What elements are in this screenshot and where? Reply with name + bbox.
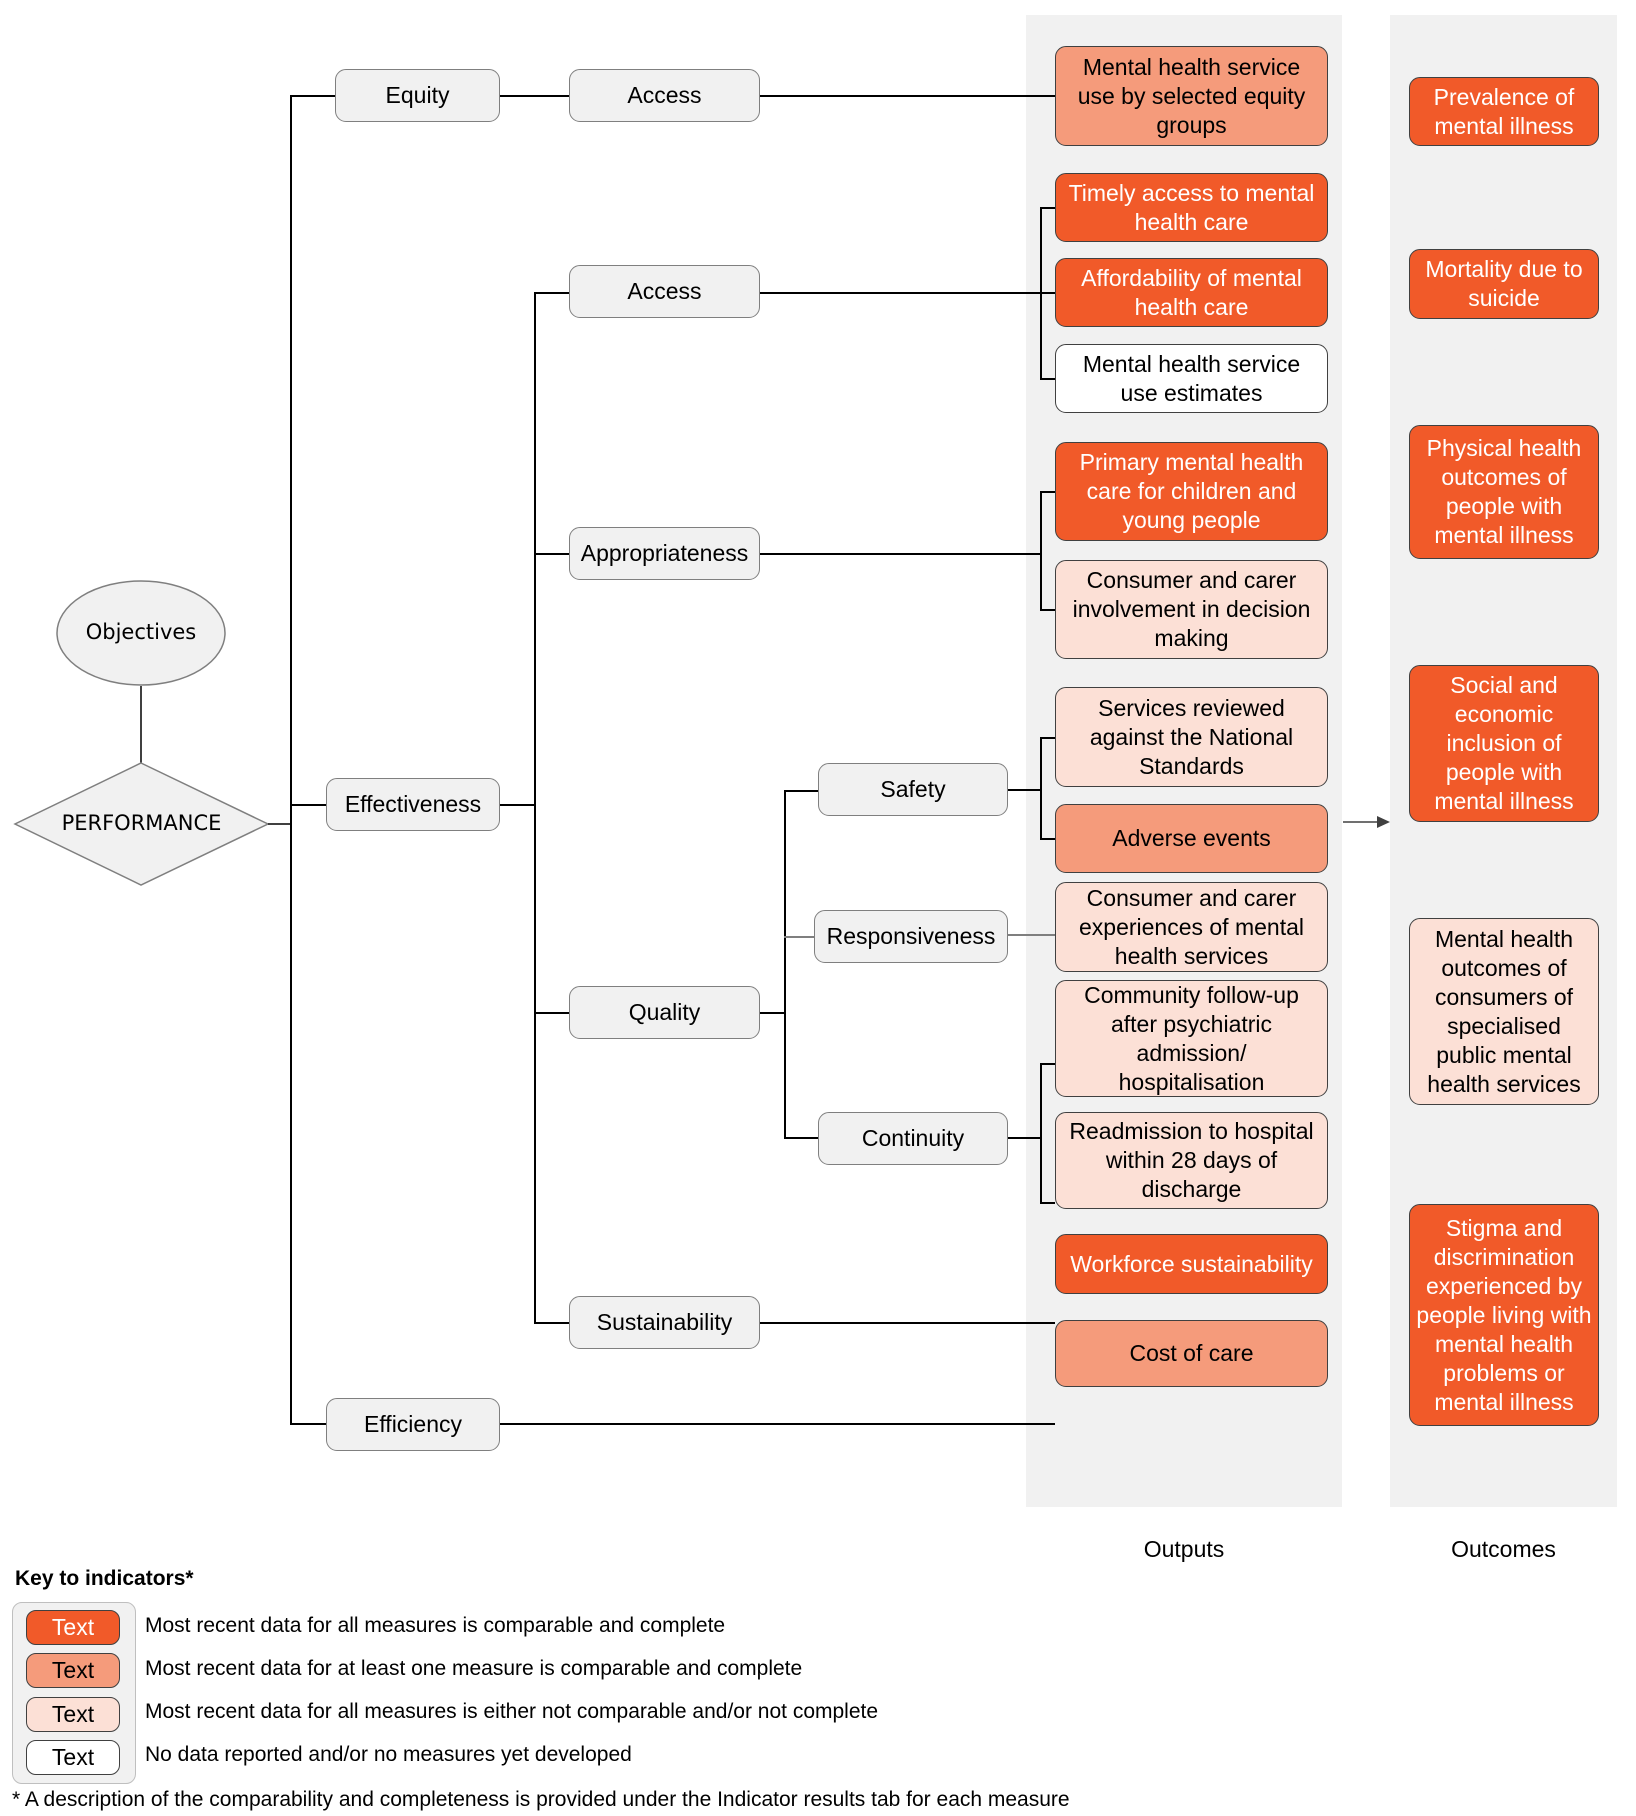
quality-spine (784, 790, 786, 1138)
outcome-indicator[interactable]: Prevalence of mental illness (1409, 77, 1599, 146)
outcomes-heading: Outcomes (1451, 1536, 1556, 1562)
bracket-tick (1040, 1063, 1055, 1065)
effectiveness-connector (290, 804, 326, 806)
safety-bracket (1040, 737, 1042, 839)
safety-node[interactable]: Safety (818, 763, 1008, 816)
responsiveness-output-connector (1008, 934, 1055, 936)
output-indicator[interactable]: Readmission to hospital within 28 days o… (1055, 1112, 1328, 1209)
legend-swatch: Text (26, 1697, 120, 1732)
equity-access-node[interactable]: Access (569, 69, 760, 122)
legend-footnote: * A description of the comparability and… (12, 1788, 1070, 1811)
output-indicator[interactable]: Cost of care (1055, 1320, 1328, 1387)
efficiency-node[interactable]: Efficiency (326, 1398, 500, 1451)
appropriateness-connector (534, 553, 569, 555)
outcome-indicator[interactable]: Stigma and discrimination experienced by… (1409, 1204, 1599, 1426)
legend-description: Most recent data for all measures is eit… (145, 1700, 879, 1723)
responsiveness-connector (784, 936, 814, 938)
outcome-indicator[interactable]: Mental health outcomes of consumers of s… (1409, 918, 1599, 1105)
sustainability-connector (534, 1322, 569, 1324)
legend-swatch: Text (26, 1740, 120, 1775)
continuity-output-connector (1008, 1137, 1041, 1139)
equity-connector (290, 95, 335, 97)
output-indicator[interactable]: Primary mental health care for children … (1055, 442, 1328, 541)
continuity-node[interactable]: Continuity (818, 1112, 1008, 1165)
continuity-bracket (1040, 1063, 1042, 1203)
level1-spine (290, 96, 292, 1424)
performance-label: PERFORMANCE (61, 811, 222, 835)
outputs-to-outcomes-arrow-icon (1343, 816, 1390, 828)
output-indicator[interactable]: Workforce sustainability (1055, 1234, 1328, 1294)
output-indicator[interactable]: Services reviewed against the National S… (1055, 687, 1328, 787)
access-connector (534, 292, 569, 294)
output-indicator[interactable]: Consumer and carer experiences of mental… (1055, 882, 1328, 972)
quality-connector (534, 1012, 569, 1014)
output-indicator[interactable]: Mental health service use by selected eq… (1055, 46, 1328, 146)
appropriateness-bracket (1040, 491, 1042, 609)
efficiency-output-connector (500, 1423, 1055, 1425)
output-indicator[interactable]: Consumer and carer involvement in decisi… (1055, 560, 1328, 659)
equity-access-output-connector (760, 95, 1055, 97)
legend-description: Most recent data for at least one measur… (145, 1657, 803, 1680)
objectives-performance-shapes (13, 580, 291, 886)
bracket-tick (1040, 292, 1055, 294)
continuity-connector (784, 1137, 818, 1139)
appropriateness-output-connector (760, 553, 1041, 555)
output-indicator[interactable]: Community follow-up after psychiatric ad… (1055, 980, 1328, 1097)
appropriateness-node[interactable]: Appropriateness (569, 527, 760, 580)
bracket-tick (1040, 1202, 1055, 1204)
legend-title: Key to indicators* (15, 1567, 194, 1590)
output-indicator[interactable]: Timely access to mental health care (1055, 173, 1328, 242)
output-indicator[interactable]: Affordability of mental health care (1055, 258, 1328, 327)
outcome-indicator[interactable]: Mortality due to suicide (1409, 249, 1599, 319)
quality-right-connector (760, 1012, 784, 1014)
efficiency-connector (290, 1423, 326, 1425)
effectiveness-node[interactable]: Effectiveness (326, 778, 500, 831)
effectiveness-spine (534, 292, 536, 1323)
safety-output-connector (1008, 789, 1041, 791)
responsiveness-node[interactable]: Responsiveness (814, 910, 1008, 963)
bracket-tick (1040, 207, 1055, 209)
bracket-tick (1040, 609, 1055, 611)
access-node[interactable]: Access (569, 265, 760, 318)
equity-node[interactable]: Equity (335, 69, 500, 122)
effectiveness-right-connector (500, 804, 534, 806)
objectives-label: Objectives (85, 620, 197, 644)
legend-swatch: Text (26, 1610, 120, 1645)
quality-node[interactable]: Quality (569, 986, 760, 1039)
sustainability-output-connector (760, 1322, 1055, 1324)
outputs-heading: Outputs (1143, 1536, 1225, 1562)
bracket-tick (1040, 737, 1055, 739)
bracket-tick (1040, 838, 1055, 840)
legend-swatch: Text (26, 1653, 120, 1688)
equity-access-connector (500, 95, 569, 97)
bracket-tick (1040, 378, 1055, 380)
safety-connector (784, 790, 818, 792)
bracket-tick (1040, 491, 1055, 493)
legend-description: No data reported and/or no measures yet … (145, 1743, 632, 1766)
output-indicator[interactable]: Adverse events (1055, 804, 1328, 873)
legend-description: Most recent data for all measures is com… (145, 1614, 726, 1637)
access-output-connector (760, 292, 1041, 294)
output-indicator[interactable]: Mental health service use estimates (1055, 344, 1328, 413)
outcome-indicator[interactable]: Physical health outcomes of people with … (1409, 425, 1599, 559)
outcome-indicator[interactable]: Social and economic inclusion of people … (1409, 665, 1599, 822)
sustainability-node[interactable]: Sustainability (569, 1296, 760, 1349)
